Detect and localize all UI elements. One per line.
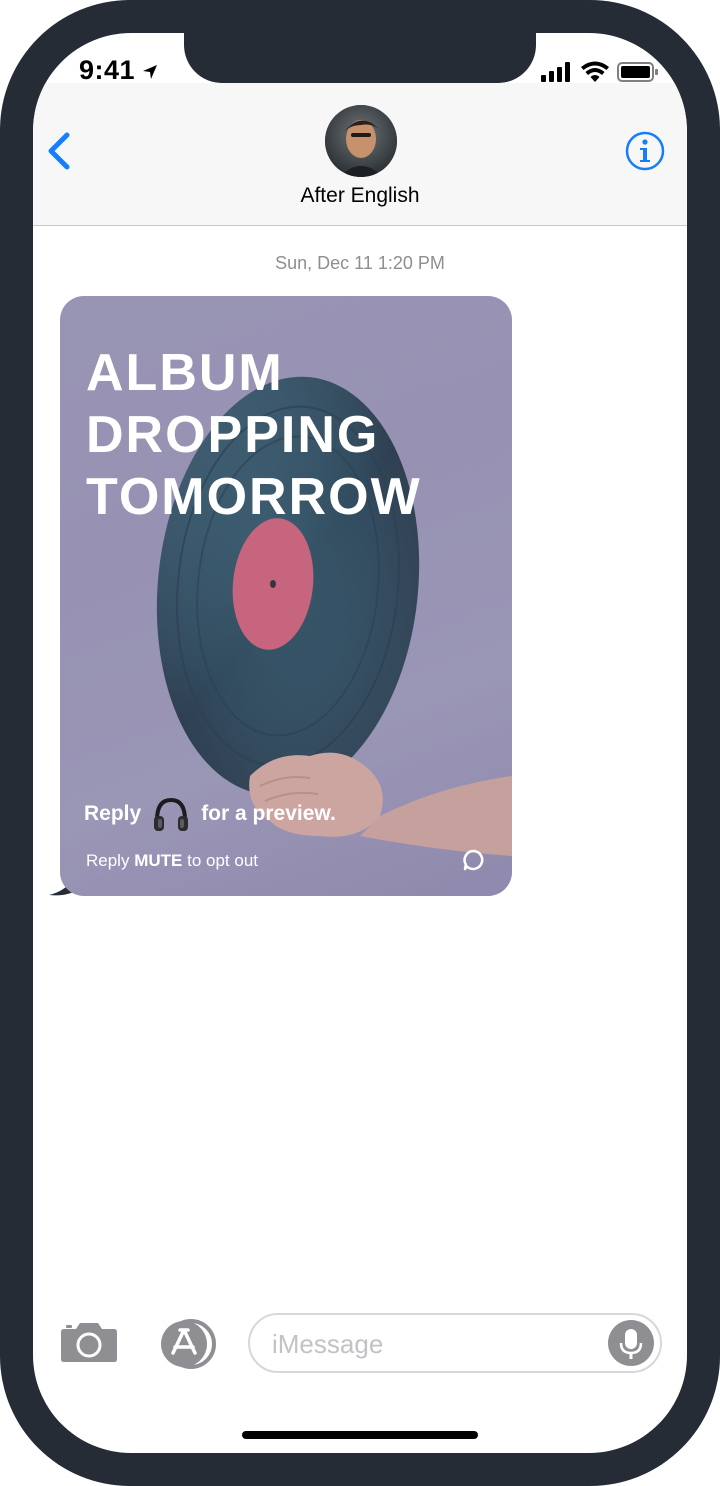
microphone-icon [619,1329,643,1359]
status-time: 9:41 [79,55,136,85]
headphones-icon [154,797,189,831]
optout-suffix: to opt out [187,851,258,870]
opt-out-text: Reply MUTE to opt out [86,851,258,871]
wifi-icon [581,61,609,82]
rich-message-card[interactable]: ALBUM DROPPING TOMORROW Reply for a prev… [60,296,512,896]
reply-instruction: Reply for a preview. [84,794,336,834]
contact-name[interactable]: After English [33,184,687,208]
reply-prefix: Reply [84,802,142,825]
headline-line: TOMORROW [86,468,422,526]
device-notch [184,33,536,83]
message-timestamp: Sun, Dec 11 1:20 PM [275,253,445,273]
contact-avatar[interactable] [325,105,397,177]
location-arrow-icon [143,65,157,79]
device-frame: 9:41 After English Sun, Dec 11 1:20 PM A… [0,0,720,1486]
optout-keyword: MUTE [134,851,183,870]
back-button[interactable] [43,129,77,173]
card-headline: ALBUM DROPPING TOMORROW [86,342,506,528]
home-indicator[interactable] [242,1431,478,1439]
conversation-header: After English [33,83,687,226]
app-store-button[interactable] [153,1319,219,1369]
headline-line: DROPPING [86,406,380,464]
battery-icon [617,62,658,82]
screen: 9:41 After English Sun, Dec 11 1:20 PM A… [33,33,687,1453]
reply-suffix: for a preview. [201,802,336,825]
imessage-field[interactable] [248,1313,662,1373]
avatar-photo [325,105,397,177]
microphone-button[interactable] [608,1320,654,1366]
chat-bubble-icon [463,849,484,871]
cellular-signal-icon [541,62,570,82]
status-icons [533,61,659,83]
message-input[interactable] [270,1325,594,1363]
optout-prefix: Reply [86,851,130,870]
info-button[interactable] [625,131,665,171]
camera-button[interactable] [60,1319,118,1363]
headline-line: ALBUM [86,344,284,402]
